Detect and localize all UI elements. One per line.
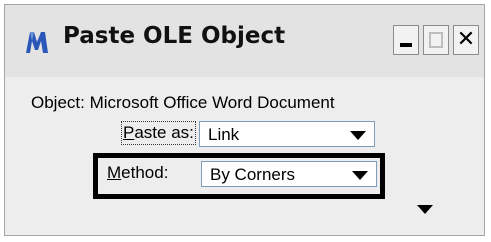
minimize-button[interactable] [393,25,419,55]
method-label-mnemonic: M [107,163,122,182]
close-icon: ✕ [456,27,476,52]
method-dropdown[interactable]: By Corners [201,161,377,187]
method-label-text: ethod: [121,163,169,182]
method-value: By Corners [210,165,296,184]
close-button[interactable]: ✕ [453,25,479,55]
paste-as-label-text: aste as: [134,123,194,142]
maximize-icon [429,32,443,48]
microstation-icon [23,29,51,55]
minimize-icon [400,43,412,47]
triangle-down-icon[interactable] [417,205,433,214]
window-title: Paste OLE Object [63,23,286,49]
chevron-down-icon [350,131,366,140]
chevron-down-icon [352,171,368,180]
paste-ole-object-dialog: Paste OLE Object ✕ Object: Microsoft Off… [4,4,485,236]
dialog-content: Object: Microsoft Office Word Document P… [5,77,484,235]
paste-as-label-mnemonic: P [123,123,135,142]
method-label: Method: [107,163,168,183]
title-bar[interactable]: Paste OLE Object ✕ [5,5,484,77]
paste-as-dropdown[interactable]: Link [199,121,375,147]
paste-as-value: Link [208,125,240,144]
maximize-button[interactable] [423,25,449,55]
paste-as-label: Paste as: [121,121,196,145]
object-type-text: Object: Microsoft Office Word Document [31,93,335,112]
